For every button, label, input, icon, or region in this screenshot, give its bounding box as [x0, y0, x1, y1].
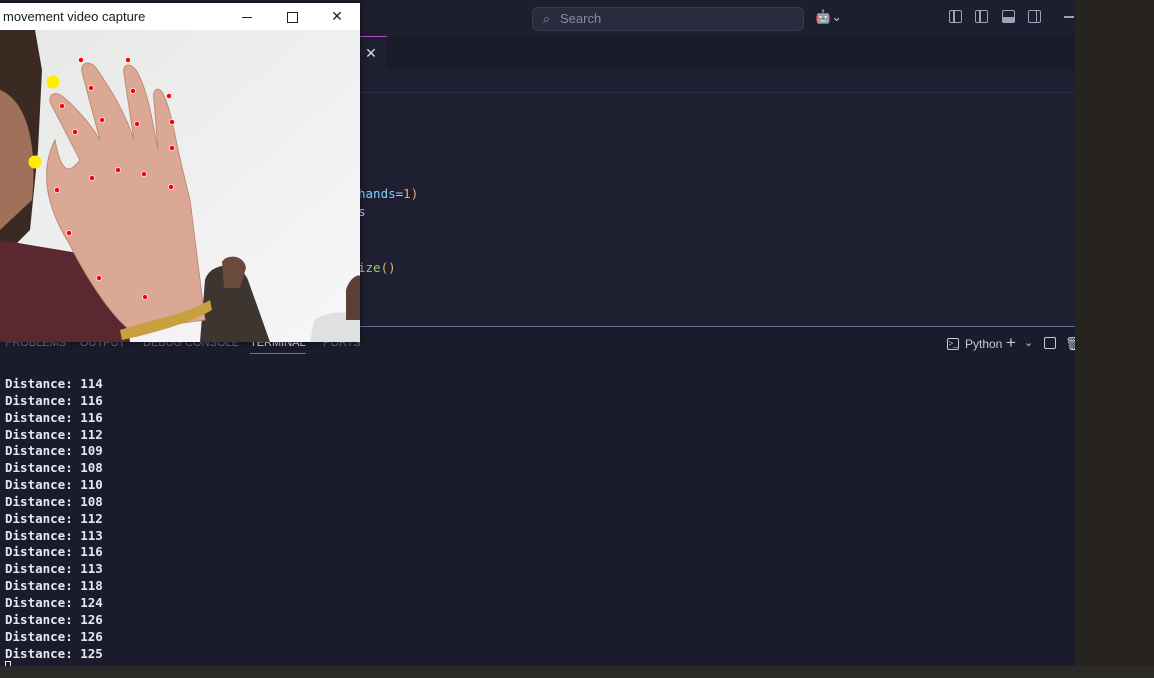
terminal-line: Distance: 113: [5, 527, 103, 543]
landmark-dot: [134, 121, 140, 127]
landmark-dot: [141, 171, 147, 177]
customize-layout-icon[interactable]: [949, 10, 962, 23]
camera-frame: [0, 30, 360, 342]
desktop-background: [1075, 0, 1154, 678]
capture-maximize-button[interactable]: [269, 3, 315, 30]
toggle-panel-icon[interactable]: [1001, 10, 1015, 23]
terminal-line: Distance: 126: [5, 628, 103, 644]
code-token: ): [410, 186, 419, 201]
landmark-dot: [72, 129, 78, 135]
code-line: hands=1): [358, 186, 418, 201]
landmark-dot: [88, 85, 94, 91]
terminal-line: Distance: 125: [5, 645, 103, 661]
terminal-line: Distance: 112: [5, 426, 103, 442]
toggle-primary-sidebar-icon[interactable]: [975, 10, 989, 23]
terminal-line: Distance: 116: [5, 409, 103, 425]
bottom-panel: [0, 327, 1075, 666]
landmark-dot: [142, 294, 148, 300]
terminal-line: Distance: 118: [5, 578, 103, 594]
new-terminal-plus-icon[interactable]: +: [1006, 333, 1016, 353]
landmark-dot: [59, 103, 65, 109]
landmark-dot: [169, 119, 175, 125]
split-terminal-icon[interactable]: [1044, 337, 1056, 349]
terminal-line: Distance: 110: [5, 477, 103, 493]
taskbar-edge: [0, 666, 1154, 678]
terminal-line: Distance: 113: [5, 561, 103, 577]
landmark-dot: [99, 117, 105, 123]
maximize-icon: [286, 11, 298, 23]
capture-close-button[interactable]: ✕: [314, 3, 360, 30]
capture-window-title: movement video capture: [3, 9, 146, 24]
terminal-profile-label[interactable]: Python: [965, 337, 1002, 351]
vscode-minimize-button[interactable]: [1064, 16, 1074, 18]
landmark-dot: [166, 93, 172, 99]
landmark-dot: [54, 187, 60, 193]
layout-controls: [949, 10, 1050, 28]
capture-window[interactable]: movement video capture ✕: [0, 3, 360, 342]
landmark-dot: [169, 145, 175, 151]
terminal-line: Distance: 116: [5, 544, 103, 560]
terminal-line: Distance: 109: [5, 443, 103, 459]
landmark-dot: [130, 88, 136, 94]
toggle-secondary-sidebar-icon[interactable]: [1028, 10, 1042, 23]
terminal-line: Distance: 124: [5, 594, 103, 610]
chevron-down-icon[interactable]: ⌄: [1024, 336, 1033, 349]
landmark-dot: [125, 57, 131, 63]
terminal-icon: >_: [947, 338, 959, 350]
landmark-dot: [66, 230, 72, 236]
index-fingertip-marker: [46, 75, 60, 89]
landmark-dot: [89, 175, 95, 181]
code-token: ize: [358, 260, 381, 275]
landmark-dot: [78, 57, 84, 63]
copilot-icon[interactable]: 🤖⌄: [815, 9, 842, 25]
landmark-dot: [96, 275, 102, 281]
code-line: ize(): [358, 260, 396, 275]
code-token: (): [380, 260, 396, 275]
landmark-dot: [115, 167, 121, 173]
camera-feed: [0, 30, 360, 342]
search-placeholder: Search: [560, 11, 602, 26]
terminal-output[interactable]: Distance: 114 Distance: 116 Distance: 116 D…: [5, 376, 103, 662]
thumb-tip-marker: [28, 155, 42, 169]
terminal-line: Distance: 114: [5, 376, 103, 391]
capture-window-titlebar[interactable]: movement video capture ✕: [0, 3, 360, 30]
terminal-line: Distance: 112: [5, 510, 103, 526]
terminal-line: Distance: 116: [5, 392, 103, 408]
capture-minimize-button[interactable]: [224, 3, 270, 30]
terminal-line: Distance: 108: [5, 460, 103, 476]
search-icon: ⌕: [543, 11, 551, 26]
code-token: hands: [358, 186, 396, 201]
terminal-line: Distance: 126: [5, 611, 103, 627]
code-token: 1: [403, 186, 411, 201]
command-center-search[interactable]: ⌕ Search: [532, 7, 804, 31]
landmark-dot: [168, 184, 174, 190]
terminal-line: Distance: 108: [5, 493, 103, 509]
minimize-icon: [242, 16, 252, 18]
